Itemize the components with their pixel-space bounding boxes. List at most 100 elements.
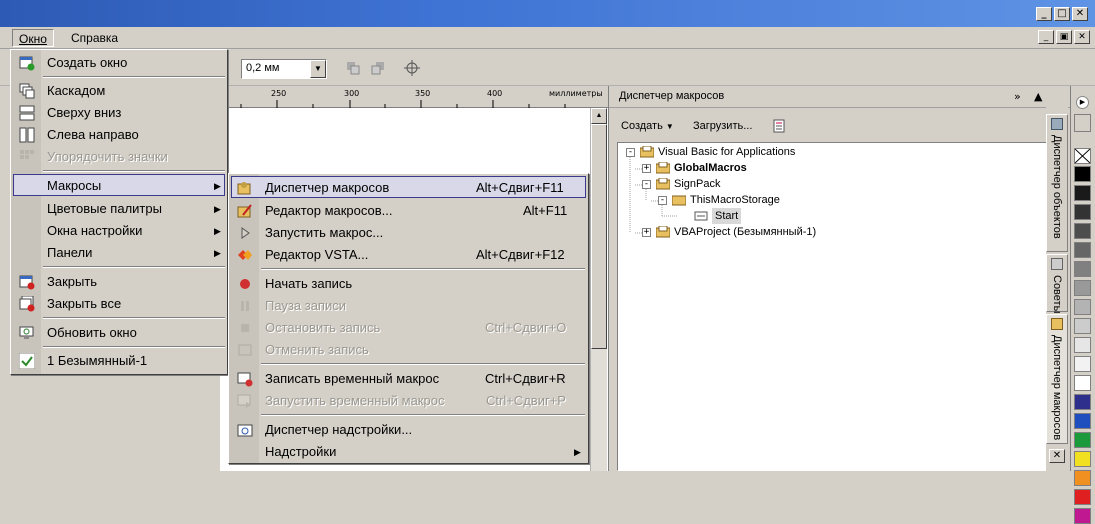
doc-close-button[interactable]: ✕ xyxy=(1074,30,1090,44)
menu-item-label: Панели xyxy=(47,245,93,260)
tree-node-globalmacros[interactable]: GlobalMacros xyxy=(674,160,747,176)
no-color-swatch[interactable] xyxy=(1074,148,1091,164)
tree-node-start[interactable]: Start xyxy=(712,208,742,224)
tab-macro-manager[interactable]: Диспетчер макросов xyxy=(1046,314,1068,444)
ruler-tick-label: 350 xyxy=(415,89,431,98)
color-swatch[interactable] xyxy=(1074,299,1091,315)
macro-tree[interactable]: - Visual Basic for Applications + Global… xyxy=(617,142,1063,471)
menu-window[interactable]: Окно xyxy=(12,29,54,47)
color-palette: ▶ xyxy=(1070,86,1095,524)
palette-menu-icon[interactable] xyxy=(1074,114,1091,132)
menu-item-addins[interactable]: Надстройки ▶ xyxy=(231,441,586,463)
menu-item-addin-manager[interactable]: Диспетчер надстройки... xyxy=(231,419,586,441)
color-swatch[interactable] xyxy=(1074,261,1091,277)
menu-item-macro-manager[interactable]: Диспетчер макросов Alt+Сдвиг+F11 xyxy=(231,176,586,198)
docker-toolbar: Создать ▼ Загрузить... xyxy=(609,116,1071,138)
minimize-button[interactable]: _ xyxy=(1036,7,1052,21)
menu-item-new-window[interactable]: Создать окно xyxy=(13,52,225,74)
snap-icon[interactable] xyxy=(404,60,420,76)
menu-item-cancel-recording[interactable]: Отменить запись xyxy=(231,339,586,361)
close-button[interactable]: ✕ xyxy=(1072,7,1088,21)
menu-item-run-temp-macro[interactable]: Запустить временный макрос Ctrl+Сдвиг+P xyxy=(231,390,586,412)
menu-item-dockers[interactable]: Окна настройки ▶ xyxy=(13,220,225,242)
menu-help[interactable]: Справка xyxy=(65,29,124,47)
tree-node-vbaproject[interactable]: VBAProject (Безымянный-1) xyxy=(674,224,816,240)
menu-item-stop-recording[interactable]: Остановить запись Ctrl+Сдвиг+O xyxy=(231,317,586,339)
vertical-scrollbar[interactable]: ▲ xyxy=(590,108,607,471)
color-swatch[interactable] xyxy=(1074,489,1091,505)
menu-item-document-1[interactable]: 1 Безымянный-1 xyxy=(13,350,225,372)
menu-item-label: Закрыть xyxy=(47,274,98,289)
addin-manager-icon xyxy=(237,424,253,437)
color-swatch[interactable] xyxy=(1074,451,1091,467)
scroll-up-icon[interactable]: ▲ xyxy=(591,108,607,124)
menu-item-refresh-window[interactable]: Обновить окно xyxy=(13,322,225,344)
menu-item-close[interactable]: Закрыть xyxy=(13,271,225,293)
submenu-arrow-icon: ▶ xyxy=(214,204,221,214)
double-chevron-icon[interactable]: » xyxy=(1014,90,1021,103)
menu-item-run-macro[interactable]: Запустить макрос... xyxy=(231,222,586,244)
menu-item-vsta-editor[interactable]: Редактор VSTA... Alt+Сдвиг+F12 xyxy=(231,244,586,266)
menu-item-label: Записать временный макрос xyxy=(265,371,440,386)
record-icon xyxy=(240,279,250,289)
color-swatch[interactable] xyxy=(1074,508,1091,524)
close-icon[interactable]: ✕ xyxy=(1049,449,1065,463)
doc-minimize-button[interactable]: _ xyxy=(1038,30,1054,44)
menu-item-tile-vertical[interactable]: Слева направо xyxy=(13,124,225,146)
color-swatch[interactable] xyxy=(1074,413,1091,429)
color-swatch[interactable] xyxy=(1074,394,1091,410)
color-swatch[interactable] xyxy=(1074,280,1091,296)
menu-item-arrange-icons[interactable]: Упорядочить значки xyxy=(13,146,225,168)
tab-object-manager[interactable]: Диспетчер объектов xyxy=(1046,114,1068,252)
properties-icon[interactable] xyxy=(771,118,787,134)
menu-item-macros[interactable]: Макросы ▶ xyxy=(13,174,225,196)
menu-item-label: Надстройки xyxy=(265,444,337,459)
create-button[interactable]: Создать ▼ xyxy=(621,120,674,132)
scroll-thumb[interactable] xyxy=(591,124,607,349)
refresh-window-icon xyxy=(19,326,34,339)
cascade-icon xyxy=(19,83,35,99)
tree-node-vba[interactable]: Visual Basic for Applications xyxy=(658,144,795,160)
menu-item-start-recording[interactable]: Начать запись xyxy=(231,273,586,295)
color-swatch[interactable] xyxy=(1074,166,1091,182)
menu-item-label: Закрыть все xyxy=(47,296,122,311)
color-swatch[interactable] xyxy=(1074,337,1091,353)
color-swatch[interactable] xyxy=(1074,470,1091,486)
load-button[interactable]: Загрузить... xyxy=(693,120,752,132)
menu-separator xyxy=(261,268,585,270)
color-swatch[interactable] xyxy=(1074,204,1091,220)
palette-scroll-icon[interactable]: ▶ xyxy=(1076,96,1089,109)
tree-node-signpack[interactable]: SignPack xyxy=(674,176,720,192)
menu-help-label: Справка xyxy=(71,31,119,45)
doc-restore-button[interactable]: ▣ xyxy=(1056,30,1072,44)
tree-node-thismacrostorage[interactable]: ThisMacroStorage xyxy=(690,192,780,208)
color-swatch[interactable] xyxy=(1074,223,1091,239)
menu-item-cascade[interactable]: Каскадом xyxy=(13,80,225,102)
order-forward-icon[interactable] xyxy=(345,60,361,76)
menu-separator xyxy=(43,317,225,319)
menu-item-toolbars[interactable]: Панели ▶ xyxy=(13,242,225,264)
menu-item-record-temp-macro[interactable]: Записать временный макрос Ctrl+Сдвиг+R xyxy=(231,368,586,390)
menu-item-label: Цветовые палитры xyxy=(47,201,162,216)
new-window-icon xyxy=(19,56,35,71)
restore-button[interactable]: □ xyxy=(1054,7,1070,21)
menu-item-pause-recording[interactable]: Пауза записи xyxy=(231,295,586,317)
color-swatch[interactable] xyxy=(1074,375,1091,391)
tab-hints[interactable]: Советы xyxy=(1046,254,1068,313)
menu-item-color-palettes[interactable]: Цветовые палитры ▶ xyxy=(13,198,225,220)
line-width-select[interactable]: 0,2 мм ▼ xyxy=(241,59,327,79)
color-swatch[interactable] xyxy=(1074,185,1091,201)
collapse-icon[interactable]: ▲ xyxy=(1034,90,1042,103)
menu-item-close-all[interactable]: Закрыть все xyxy=(13,293,225,315)
color-swatch[interactable] xyxy=(1074,432,1091,448)
menu-item-shortcut: Ctrl+Сдвиг+P xyxy=(486,393,566,408)
order-back-icon[interactable] xyxy=(370,60,386,76)
color-swatch[interactable] xyxy=(1074,318,1091,334)
submenu-arrow-icon: ▶ xyxy=(214,248,221,258)
chevron-down-icon[interactable]: ▼ xyxy=(310,60,326,78)
window-menu: Создать окно Каскадом Сверху вниз Слева … xyxy=(10,49,228,375)
color-swatch[interactable] xyxy=(1074,356,1091,372)
menu-item-tile-horizontal[interactable]: Сверху вниз xyxy=(13,102,225,124)
color-swatch[interactable] xyxy=(1074,242,1091,258)
menu-item-macro-editor[interactable]: Редактор макросов... Alt+F11 xyxy=(231,200,586,222)
